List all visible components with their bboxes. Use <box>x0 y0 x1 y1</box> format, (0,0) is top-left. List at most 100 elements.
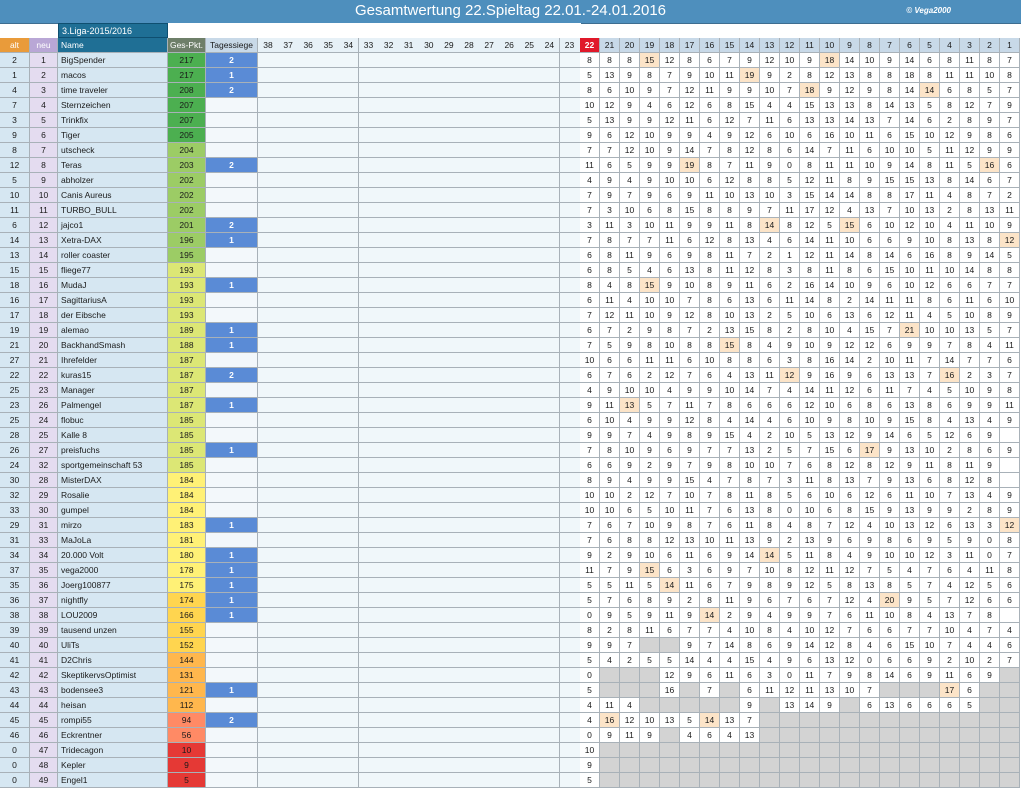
table-row[interactable]: 11 11 TURBO_BULL 202 7 3 10 6 8 15 8 8 9 7 11 17 12 4 13 7 1… <box>0 203 1021 218</box>
table-row[interactable]: 45 45 rompi55 94 2 4 16 12 10 13 5 14 13 7 <box>0 713 1021 728</box>
table-row[interactable]: 13 14 roller coaster 195 6 8 11 9 6 9 8 11 7 2 1 12 11 14… <box>0 248 1021 263</box>
day-score <box>900 728 920 743</box>
future-day-cell <box>539 188 561 203</box>
day-score: 8 <box>620 623 640 638</box>
future-day-cell <box>519 593 541 608</box>
future-day-cell <box>418 653 440 668</box>
table-row[interactable]: 35 36 Joerg100877 175 1 5 5 11 5 14 11 6 7 9 8 9 12 5 8 13 8… <box>0 578 1021 593</box>
day-score: 5 <box>660 653 680 668</box>
day-score: 9 <box>600 383 620 398</box>
table-row[interactable]: 36 37 nightfly 174 1 5 7 6 8 9 2 8 11 9 6 7 6 7 12 4 20 9 5 7 12… <box>0 593 1021 608</box>
table-row[interactable]: 31 33 MaJoLa 181 7 6 8 8 12 13 10 11 13 9 2 13 9 6 9 8 6 9 5 9 0… <box>0 533 1021 548</box>
day-score: 11 <box>680 578 700 593</box>
total-points: 193 <box>168 308 206 323</box>
table-row[interactable]: 24 32 sportgemeinschaft 53 185 6 6 9 2 9 7 9 8 10 10 7… <box>0 458 1021 473</box>
table-row[interactable]: 0 49 Engel1 5 5 <box>0 773 1021 788</box>
future-day-cell <box>559 353 581 368</box>
col-header-day-9: 9 <box>840 38 860 53</box>
day-score: 6 <box>620 353 640 368</box>
table-row[interactable]: 14 13 Xetra-DAX 196 1 7 8 7 7 11 6 12 8 13 4 6 14 11 10 6 6 9… <box>0 233 1021 248</box>
future-day-cell <box>278 128 300 143</box>
table-row[interactable]: 6 12 jajco1 201 2 3 11 3 10 11 9 9 11 8 14 8 12 5 15 6 10 12 1… <box>0 218 1021 233</box>
table-row[interactable]: 10 10 Canis Aureus 202 7 9 7 9 6 9 11 10 13 10 3 15 14 14… <box>0 188 1021 203</box>
tagessiege-count: 2 <box>206 53 258 68</box>
table-row[interactable]: 15 15 fliege77 193 6 8 5 4 6 13 8 11 12 8 3 8 11 8 6 15 10 11… <box>0 263 1021 278</box>
table-row[interactable]: 37 35 vega2000 178 1 11 7 9 15 6 3 6 9 7 10 8 12 11 12 7 5 4 7… <box>0 563 1021 578</box>
current-day-score: 8 <box>580 53 600 68</box>
future-day-cell <box>539 203 561 218</box>
table-row[interactable]: 7 4 Sternzeichen 207 10 12 9 4 6 12 6 8 15 4 4 15 13 13 8 1… <box>0 98 1021 113</box>
table-row[interactable]: 1 2 macos 217 1 5 13 9 8 7 9 10 11 19 9 2 8 12 13 8 8 18 8 11 11… <box>0 68 1021 83</box>
day-score: 7 <box>760 383 780 398</box>
day-score: 6 <box>800 458 820 473</box>
future-day-cell <box>338 143 360 158</box>
day-score: 11 <box>820 248 840 263</box>
table-row[interactable]: 26 27 preisfuchs 185 1 7 8 10 9 6 9 7 7 13 2 5 7 15 6 17 9 13… <box>0 443 1021 458</box>
table-row[interactable]: 8 7 utscheck 204 7 7 12 10 9 14 7 8 12 8 6 14 7 11 6 10 10 5 1… <box>0 143 1021 158</box>
table-row[interactable]: 42 42 SkeptikervsOptimist 131 0 12 9 6 11 6 3 0 11 7 9… <box>0 668 1021 683</box>
table-row[interactable]: 38 38 LOU2009 166 1 0 9 5 9 11 9 14 2 9 4 9 9 7 6 11 10 8 4 13 7… <box>0 608 1021 623</box>
future-day-cell <box>539 533 561 548</box>
day-score: 5 <box>600 578 620 593</box>
table-row[interactable]: 21 20 BackhandSmash 188 1 7 5 9 8 10 8 8 15 8 4 9 10 9 12 1… <box>0 338 1021 353</box>
table-row[interactable]: 43 43 bodensee3 121 1 5 16 7 6 11 12 11 13 10 7 17 6 <box>0 683 1021 698</box>
table-row[interactable]: 17 18 der Eibsche 193 7 12 11 10 9 12 8 10 13 2 5 10 6 13… <box>0 308 1021 323</box>
rank-current: 25 <box>30 428 58 443</box>
future-day-cell <box>318 383 340 398</box>
table-row[interactable]: 39 39 tausend unzen 155 8 2 8 11 6 7 7 4 10 8 4 10 12 7 6 6… <box>0 623 1021 638</box>
table-row[interactable]: 16 17 SagittariusA 193 6 11 4 10 10 7 8 6 13 6 11 14 8 2 1… <box>0 293 1021 308</box>
future-day-cell <box>318 338 340 353</box>
table-row[interactable]: 0 47 Tridecagon 10 10 <box>0 743 1021 758</box>
current-day-score: 8 <box>580 83 600 98</box>
table-row[interactable]: 46 46 Eckrentner 56 0 9 11 9 4 6 4 13 <box>0 728 1021 743</box>
day-score: 7 <box>660 83 680 98</box>
table-row[interactable]: 40 40 UliTs 152 9 9 7 9 7 14 8 6 9 14 12 8 4 6 15 10 7 4 4 6 <box>0 638 1021 653</box>
table-row[interactable]: 30 28 MisterDAX 184 8 9 4 9 9 15 4 7 8 7 3 11 8 13 7 9 13 6 8 1… <box>0 473 1021 488</box>
table-row[interactable]: 33 30 gumpel 184 10 10 6 5 10 11 7 6 13 8 0 10 6 8 15 9 13 9 9… <box>0 503 1021 518</box>
table-row[interactable]: 27 21 Ihrefelder 187 10 6 6 11 11 6 10 8 8 6 3 8 16 14 2 10… <box>0 353 1021 368</box>
day-score: 7 <box>600 323 620 338</box>
table-row[interactable]: 29 31 mirzo 183 1 7 6 7 10 9 8 7 6 11 8 4 8 7 12 4 10 13 12 6 13… <box>0 518 1021 533</box>
future-day-cell <box>378 458 400 473</box>
day-score: 8 <box>840 263 860 278</box>
current-day-score: 5 <box>580 113 600 128</box>
table-row[interactable]: 4 3 time traveler 208 2 8 6 10 9 7 12 11 9 9 10 7 18 9 12 9… <box>0 83 1021 98</box>
future-day-cell <box>418 83 440 98</box>
future-day-cell <box>418 503 440 518</box>
day-score: 13 <box>720 323 740 338</box>
future-day-cell <box>499 503 521 518</box>
table-row[interactable]: 9 6 Tiger 205 9 6 12 10 9 9 4 9 12 6 10 6 16 10 11 6 15 10 12 9… <box>0 128 1021 143</box>
table-row[interactable]: 32 29 Rosalie 184 10 10 2 12 7 10 7 8 11 8 5 6 10 6 12 6 11 1… <box>0 488 1021 503</box>
future-day-cell <box>318 518 340 533</box>
table-row[interactable]: 34 34 20.000 Volt 180 1 9 2 9 10 6 11 6 9 14 14 5 11 8 4 9 1… <box>0 548 1021 563</box>
day-score: 9 <box>660 278 680 293</box>
day-score: 7 <box>780 593 800 608</box>
table-row[interactable]: 23 26 Palmengel 187 1 9 11 13 5 7 11 7 8 6 6 6 12 10 6 8 6 13… <box>0 398 1021 413</box>
tagessiege-count: 1 <box>206 443 258 458</box>
day-score: 11 <box>600 698 620 713</box>
table-row[interactable]: 41 41 D2Chris 144 5 4 2 5 5 14 4 4 15 4 9 6 13 12 0 6 6 9 2 10 2… <box>0 653 1021 668</box>
future-day-cell <box>459 323 480 338</box>
table-row[interactable]: 12 8 Teras 203 2 11 6 5 9 9 19 8 7 11 9 0 8 11 11 10 9 14 8 11 5… <box>0 158 1021 173</box>
day-score: 7 <box>920 623 940 638</box>
table-row[interactable]: 22 22 kuras15 187 2 6 7 6 2 12 7 6 4 13 11 12 9 16 9 6 13 13 7… <box>0 368 1021 383</box>
table-row[interactable]: 2 1 BigSpender 217 2 8 8 8 15 12 8 6 7 9 12 10 9 18 14 10 9 1… <box>0 53 1021 68</box>
table-row[interactable]: 19 19 alemao 189 1 6 7 2 9 8 7 2 13 15 8 2 8 10 4 15 7 21 10 10… <box>0 323 1021 338</box>
future-day-cell <box>338 713 360 728</box>
rank-current: 27 <box>30 443 58 458</box>
table-row[interactable]: 18 16 MudaJ 193 1 8 4 8 15 9 10 8 9 11 6 2 16 14 10 9 6 10 12 6… <box>0 278 1021 293</box>
table-row[interactable]: 0 48 Kepler 9 9 <box>0 758 1021 773</box>
day-score: 13 <box>840 68 860 83</box>
future-day-cell <box>418 203 440 218</box>
future-day-cell <box>358 308 380 323</box>
table-row[interactable]: 44 44 heisan 112 4 11 4 9 13 14 9 6 13 6 6 6 5 <box>0 698 1021 713</box>
table-row[interactable]: 3 5 Trinkfix 207 5 13 9 9 12 11 6 12 7 11 6 13 13 14 13 7 14… <box>0 113 1021 128</box>
tagessiege-count <box>206 98 258 113</box>
table-row[interactable]: 5 9 abholzer 202 4 9 4 9 10 10 6 12 8 8 5 12 11 8 9 15 15 13 8… <box>0 173 1021 188</box>
day-score: 6 <box>960 668 980 683</box>
table-row[interactable]: 25 24 flobuc 185 6 10 4 9 9 12 8 4 14 4 6 10 9 8 10 9 15 8 4 13… <box>0 413 1021 428</box>
future-day-cell <box>278 758 300 773</box>
table-row[interactable]: 25 23 Manager 187 4 9 10 10 4 9 9 10 14 7 4 14 11 12 6 11 7 4… <box>0 383 1021 398</box>
table-row[interactable]: 28 25 Kalle 8 185 9 9 7 4 9 8 9 15 4 2 10 5 13 12 9 14 6 5 12 6… <box>0 428 1021 443</box>
future-day-cell <box>418 53 440 68</box>
